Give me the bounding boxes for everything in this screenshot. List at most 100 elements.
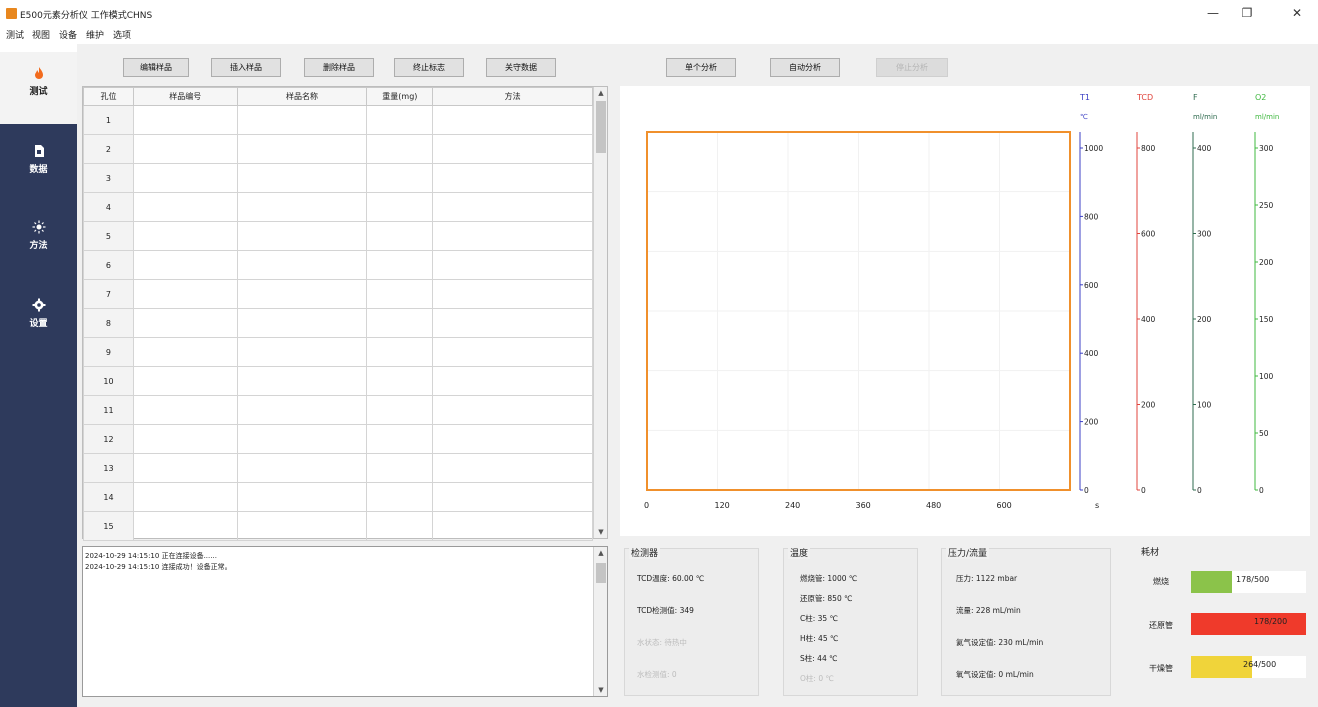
sample-name-cell[interactable] [236,134,368,164]
sample-name-cell[interactable] [236,308,368,338]
sample-id-cell[interactable] [132,279,238,309]
table-row[interactable]: 10 [83,366,593,396]
weight-cell[interactable] [366,511,434,541]
table-row[interactable]: 14 [83,482,593,512]
sample-name-cell[interactable] [236,279,368,309]
scroll-thumb[interactable] [596,563,606,583]
weight-cell[interactable] [366,395,434,425]
sample-id-cell[interactable] [132,395,238,425]
method-cell[interactable] [432,308,593,338]
scroll-down-icon[interactable]: ▼ [596,686,606,694]
stop-analysis-button[interactable]: 停止分析 [876,58,948,77]
menu-test[interactable]: 测试 [6,28,24,41]
sample-id-cell[interactable] [132,453,238,483]
method-cell[interactable] [432,192,593,222]
table-row[interactable]: 11 [83,395,593,425]
close-button[interactable]: ✕ [1282,4,1312,22]
auto-analysis-button[interactable]: 自动分析 [770,58,840,77]
menu-view[interactable]: 视图 [32,28,50,41]
table-row[interactable]: 13 [83,453,593,483]
weight-cell[interactable] [366,308,434,338]
sample-name-cell[interactable] [236,250,368,280]
sample-name-cell[interactable] [236,337,368,367]
sample-name-cell[interactable] [236,511,368,541]
sample-name-cell[interactable] [236,453,368,483]
sample-name-cell[interactable] [236,395,368,425]
sidebar-item-method[interactable]: 方法 [0,208,77,268]
col-header-sample-name[interactable]: 样品名称 [236,87,368,106]
scroll-down-icon[interactable]: ▼ [596,528,606,536]
table-row[interactable]: 2 [83,134,593,164]
sample-id-cell[interactable] [132,337,238,367]
weight-cell[interactable] [366,424,434,454]
table-row[interactable]: 9 [83,337,593,367]
sample-id-cell[interactable] [132,482,238,512]
sample-name-cell[interactable] [236,482,368,512]
scroll-up-icon[interactable]: ▲ [596,549,606,557]
method-cell[interactable] [432,424,593,454]
menu-device[interactable]: 设备 [59,28,77,41]
weight-cell[interactable] [366,163,434,193]
sample-name-cell[interactable] [236,163,368,193]
method-cell[interactable] [432,163,593,193]
weight-cell[interactable] [366,250,434,280]
table-row[interactable]: 1 [83,105,593,135]
method-cell[interactable] [432,221,593,251]
sample-name-cell[interactable] [236,105,368,135]
menu-options[interactable]: 选项 [113,28,131,41]
single-analysis-button[interactable]: 单个分析 [666,58,736,77]
table-row[interactable]: 6 [83,250,593,280]
sample-id-cell[interactable] [132,221,238,251]
col-header-position[interactable]: 孔位 [83,87,134,106]
menu-maintain[interactable]: 维护 [86,28,104,41]
sample-id-cell[interactable] [132,511,238,541]
minimize-button[interactable]: — [1198,4,1228,22]
col-header-method[interactable]: 方法 [432,87,593,106]
method-cell[interactable] [432,105,593,135]
table-row[interactable]: 7 [83,279,593,309]
method-cell[interactable] [432,134,593,164]
table-row[interactable]: 5 [83,221,593,251]
sidebar-item-data[interactable]: 数据 [0,132,77,192]
log-scrollbar[interactable]: ▲ ▼ [593,547,607,696]
weight-cell[interactable] [366,279,434,309]
weight-cell[interactable] [366,366,434,396]
edit-sample-button[interactable]: 编辑样品 [123,58,189,77]
insert-sample-button[interactable]: 插入样品 [211,58,281,77]
method-cell[interactable] [432,395,593,425]
table-row[interactable]: 8 [83,308,593,338]
table-row[interactable]: 4 [83,192,593,222]
scroll-thumb[interactable] [596,101,606,153]
weight-cell[interactable] [366,482,434,512]
sample-id-cell[interactable] [132,424,238,454]
sidebar-item-settings[interactable]: 设置 [0,286,77,346]
weight-cell[interactable] [366,134,434,164]
scroll-up-icon[interactable]: ▲ [596,89,606,97]
sample-name-cell[interactable] [236,192,368,222]
col-header-sample-id[interactable]: 样品编号 [132,87,238,106]
weight-cell[interactable] [366,337,434,367]
sample-id-cell[interactable] [132,105,238,135]
log-panel[interactable]: 2024-10-29 14:15:10 正在连接设备...... 2024-10… [82,546,608,697]
table-scrollbar[interactable]: ▲ ▼ [593,87,607,538]
sample-id-cell[interactable] [132,192,238,222]
weight-cell[interactable] [366,221,434,251]
sample-name-cell[interactable] [236,424,368,454]
sample-name-cell[interactable] [236,221,368,251]
weight-cell[interactable] [366,453,434,483]
method-cell[interactable] [432,337,593,367]
table-row[interactable]: 12 [83,424,593,454]
method-cell[interactable] [432,279,593,309]
sample-id-cell[interactable] [132,308,238,338]
table-row[interactable]: 15 [83,511,593,541]
sample-id-cell[interactable] [132,163,238,193]
sample-id-cell[interactable] [132,250,238,280]
sample-id-cell[interactable] [132,134,238,164]
weight-cell[interactable] [366,105,434,135]
method-cell[interactable] [432,250,593,280]
method-cell[interactable] [432,453,593,483]
table-row[interactable]: 3 [83,163,593,193]
maximize-button[interactable]: ❐ [1232,4,1262,22]
method-cell[interactable] [432,366,593,396]
delete-sample-button[interactable]: 删除样品 [304,58,374,77]
